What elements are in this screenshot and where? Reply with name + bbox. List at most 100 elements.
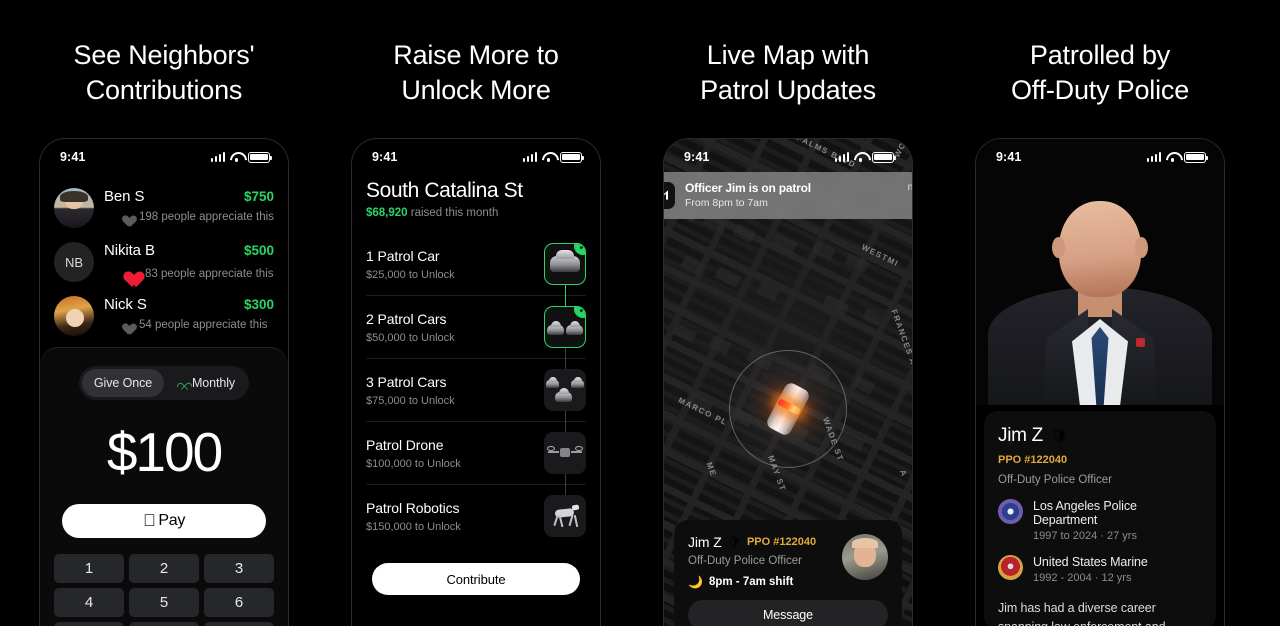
status-icons (834, 151, 896, 163)
raised-suffix: raised this month (407, 207, 499, 219)
contribution-amount: $750 (243, 189, 274, 204)
headline-line-1: Live Map with (706, 40, 870, 70)
keypad-key-7[interactable]: 7 (54, 622, 124, 626)
keypad-key-2[interactable]: 2 (129, 554, 199, 583)
list-item-body: Ben S $750 198 people appreciate this (104, 188, 274, 223)
keypad-key-3[interactable]: 3 (204, 554, 274, 583)
tier-cost: $50,000 to Unlock (366, 331, 455, 344)
message-button[interactable]: Message (688, 600, 888, 626)
panel-unlock-tiers: Raise More to Unlock More 9:41 South Cat… (316, 0, 636, 626)
phone-mockup-1: 9:41 Ben S $750 198 people appreciate th… (39, 138, 289, 626)
keypad-key-8[interactable]: 8 (129, 622, 199, 626)
appreciate-count: 54 people appreciate this (139, 319, 268, 331)
officer-shift: 8pm - 7am shift (708, 576, 794, 588)
apple-logo-icon:  (143, 512, 156, 529)
credential-body: Los Angeles Police Department 1997 to 20… (1033, 499, 1202, 542)
portrait-ears (1052, 237, 1148, 259)
profile-bio: Jim has had a diverse career spanning la… (998, 601, 1166, 626)
appreciate-row[interactable]: 83 people appreciate this (104, 265, 274, 282)
headline-line-2: Patrol Updates (700, 75, 876, 105)
list-item[interactable]: Nick S $300 54 people appreciate this (40, 289, 288, 343)
list-item-body: Nikita B $500 83 people appreciate this (104, 242, 274, 282)
headline-line-1: Raise More to (393, 40, 559, 70)
wifi-icon (1166, 152, 1179, 163)
car-glyph (547, 320, 564, 335)
profile-name: Jim Z (998, 425, 1043, 446)
contribution-amount: $500 (243, 243, 274, 258)
tab-give-once[interactable]: Give Once (82, 369, 164, 397)
keypad-key-1[interactable]: 1 (54, 554, 124, 583)
headline-line-2: Contributions (85, 75, 243, 105)
appreciate-row[interactable]: 54 people appreciate this (104, 319, 274, 331)
appreciate-count: 83 people appreciate this (145, 267, 274, 280)
drone-glyph (547, 445, 583, 461)
tier-cost: $25,000 to Unlock (366, 268, 455, 281)
three-patrol-cars-icon (544, 369, 586, 411)
status-time: 9:41 (60, 150, 86, 164)
credential-title: Los Angeles Police Department (1033, 499, 1137, 527)
tab-monthly[interactable]: Monthly (164, 369, 246, 397)
tiers-screen: South Catalina St $68,920 raised this mo… (352, 169, 600, 595)
two-patrol-cars-icon: ✓ (544, 306, 586, 348)
credential-dates: 1997 to 2024 · 27 yrs (1033, 530, 1137, 542)
frequency-toggle[interactable]: Give Once Monthly (79, 366, 249, 400)
avatar (54, 296, 94, 336)
keypad-key-9[interactable]: 9 (204, 622, 274, 626)
message-app-icon (664, 181, 675, 209)
apple-pay-label: Pay (152, 512, 185, 529)
status-bar: 9:41 (352, 139, 600, 169)
officer-name-row: Jim Z 🛡 PPO #122040 (688, 534, 816, 550)
drone-icon (544, 432, 586, 474)
moon-icon: 🌙 (688, 575, 703, 589)
heart-red-icon[interactable] (120, 265, 139, 282)
headline-line-2: Unlock More (401, 75, 551, 105)
phone-mockup-3: PALMS BLVD WO WESTMI MARCO PL MAY ST WAD… (663, 138, 913, 626)
tab-give-once-label: Give Once (93, 376, 153, 390)
contribution-amount: $300 (243, 297, 274, 312)
screenshot-stage: See Neighbors' Contributions 9:41 Ben S … (0, 0, 1280, 626)
cellular-signal-icon (1146, 152, 1161, 162)
keypad-key-4[interactable]: 4 (54, 588, 124, 617)
battery-icon (872, 151, 896, 163)
car-glyph (546, 377, 559, 388)
list-item[interactable]: Patrol Robotics $150,000 to Unlock (366, 485, 586, 547)
panel-2-headline: Raise More to Unlock More (316, 0, 636, 108)
heart-gray-icon[interactable] (120, 211, 133, 223)
apple-pay-button[interactable]:  Pay (62, 504, 266, 538)
car-glyph (555, 388, 572, 402)
tier-cost: $75,000 to Unlock (366, 394, 455, 407)
list-item[interactable]: Patrol Drone $100,000 to Unlock (366, 422, 586, 485)
cellular-signal-icon (522, 152, 537, 162)
list-item[interactable]: Ben S $750 198 people appreciate this (40, 181, 288, 235)
wifi-icon (230, 152, 243, 163)
numeric-keypad[interactable]: 1 2 3 4 5 6 7 8 9 (52, 554, 276, 626)
panel-4-headline: Patrolled by Off-Duty Police (940, 0, 1260, 108)
credential-title: United States Marine (1033, 555, 1148, 569)
phone-mockup-2: 9:41 South Catalina St $68,920 raised th… (351, 138, 601, 626)
tier-name: 2 Patrol Cars (366, 310, 447, 327)
cellular-signal-icon (834, 152, 849, 162)
push-notification[interactable]: Officer Jim is on patrol From 8pm to 7am… (664, 172, 912, 219)
appreciate-row[interactable]: 198 people appreciate this (104, 211, 274, 223)
keypad-key-6[interactable]: 6 (204, 588, 274, 617)
list-item[interactable]: 2 Patrol Cars $50,000 to Unlock ✓ (366, 296, 586, 359)
heart-outline-icon (175, 378, 187, 389)
heart-gray-icon[interactable] (120, 319, 133, 331)
status-icons (210, 151, 272, 163)
credential-body: United States Marine 1992 - 2004 · 12 yr… (1033, 555, 1202, 584)
status-icons (522, 151, 584, 163)
battery-icon (560, 151, 584, 163)
contribute-button[interactable]: Contribute (372, 563, 580, 595)
list-item[interactable]: 3 Patrol Cars $75,000 to Unlock (366, 359, 586, 422)
headline-line-1: See Neighbors' (73, 40, 255, 70)
cars-glyph (547, 320, 583, 335)
officer-profile-card: Jim Z 🛡 PPO #122040 Off-Duty Police Offi… (984, 411, 1216, 626)
status-time: 9:41 (996, 150, 1022, 164)
keypad-key-5[interactable]: 5 (129, 588, 199, 617)
panel-live-map: Live Map with Patrol Updates PALMS BLVD … (628, 0, 948, 626)
flag-pin-icon (1136, 338, 1145, 347)
list-item[interactable]: NB Nikita B $500 83 people appreciate th… (40, 235, 288, 289)
status-bar: 9:41 (976, 139, 1224, 169)
list-item[interactable]: 1 Patrol Car $25,000 to Unlock ✓ (366, 233, 586, 296)
profile-role: Off-Duty Police Officer (998, 474, 1112, 486)
